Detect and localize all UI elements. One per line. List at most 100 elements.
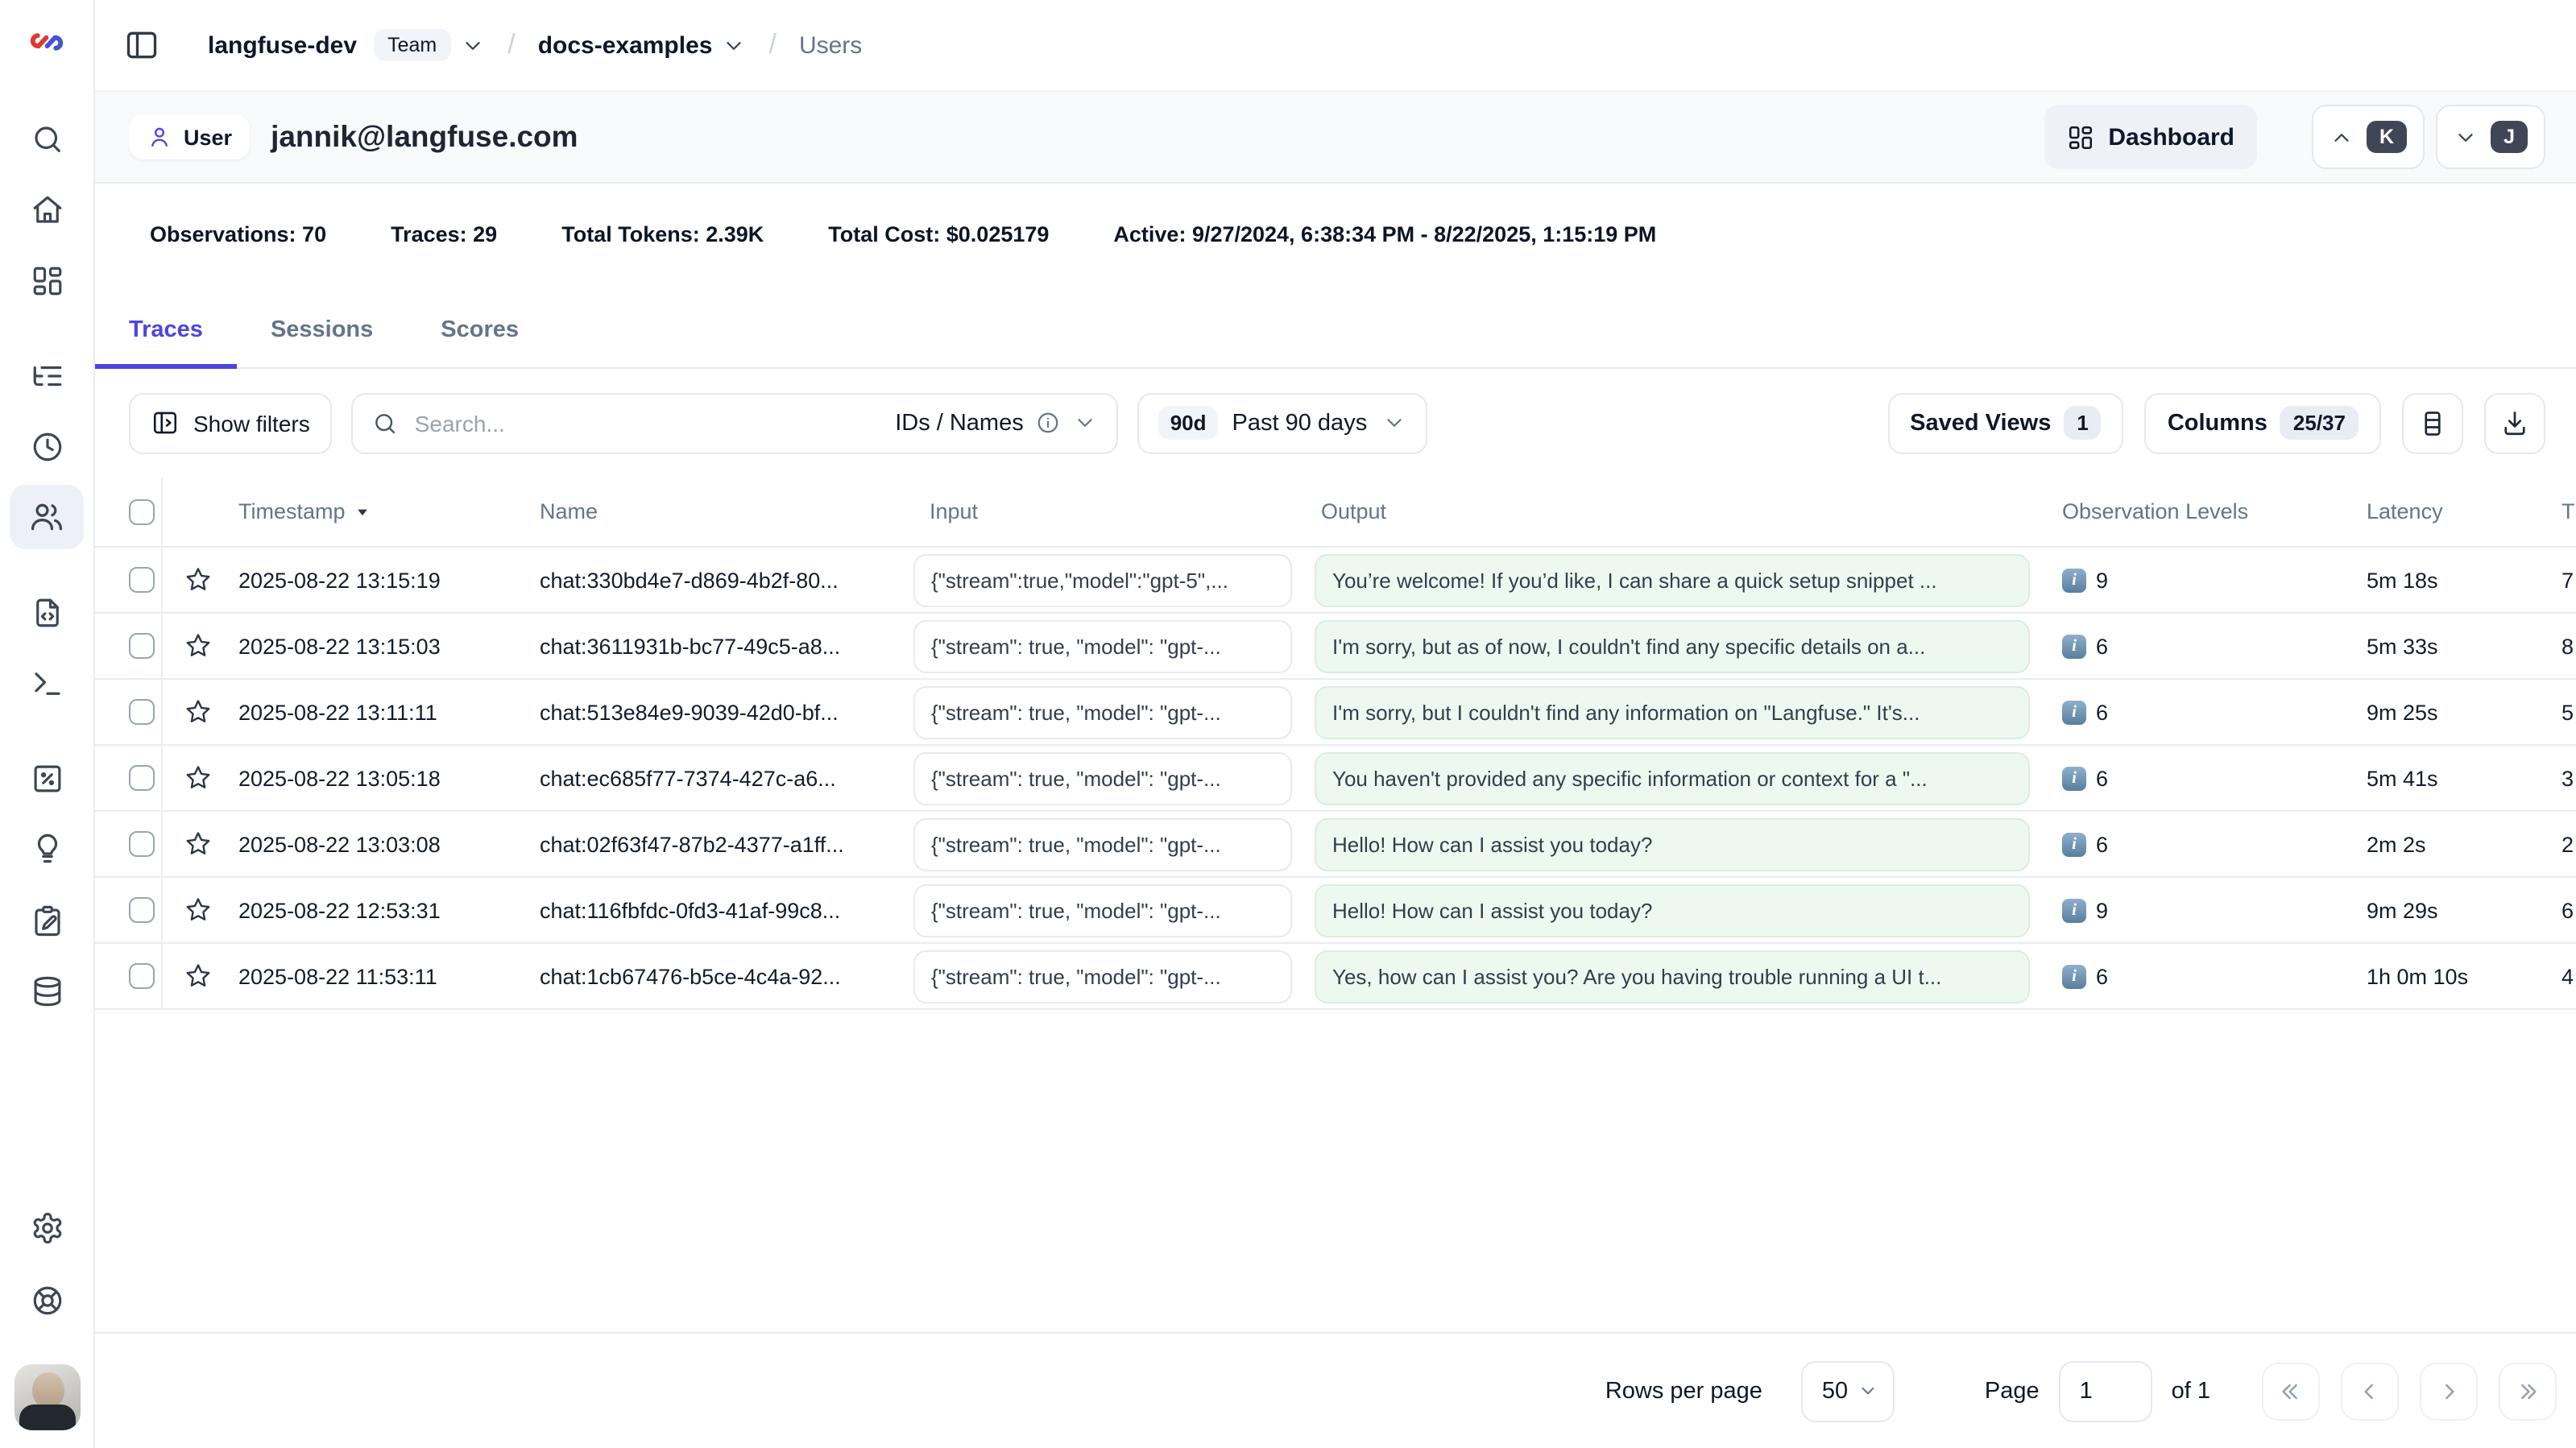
trace-name[interactable]: chat:513e84e9-9039-42d0-bf... xyxy=(532,700,902,724)
next-user-button[interactable]: J xyxy=(2436,105,2545,169)
trace-name[interactable]: chat:3611931b-bc77-49c5-a8... xyxy=(532,634,902,658)
breadcrumb-project[interactable]: docs-examples xyxy=(538,31,713,59)
trace-output[interactable]: Yes, how can I assist you? Are you havin… xyxy=(1315,949,2030,1003)
select-all-checkbox[interactable] xyxy=(129,499,155,524)
sidebar-item-users[interactable] xyxy=(10,485,84,549)
trace-output[interactable]: I'm sorry, but as of now, I couldn't fin… xyxy=(1315,619,2030,672)
chevron-down-icon xyxy=(2454,125,2478,149)
row-checkbox-cell xyxy=(95,878,163,942)
sidebar-item-playground[interactable] xyxy=(11,660,82,705)
table-row[interactable]: 2025-08-22 13:03:08 chat:02f63f47-87b2-4… xyxy=(95,812,2576,878)
columns-button[interactable]: Columns 25/37 xyxy=(2145,392,2381,453)
user-avatar[interactable] xyxy=(14,1364,80,1430)
search-box[interactable]: IDs / Names xyxy=(352,392,1119,453)
sidebar-item-insights[interactable] xyxy=(11,825,82,870)
row-star-cell[interactable] xyxy=(163,631,229,660)
langfuse-logo-icon[interactable] xyxy=(26,21,68,63)
trace-input[interactable]: {"stream":true,"model":"gpt-5",... xyxy=(913,553,1292,606)
column-header-name[interactable]: Name xyxy=(532,499,902,523)
row-checkbox-cell xyxy=(95,548,163,612)
row-star-cell[interactable] xyxy=(163,763,229,792)
table-row[interactable]: 2025-08-22 13:11:11 chat:513e84e9-9039-4… xyxy=(95,680,2576,746)
sidebar-item-prompts[interactable] xyxy=(11,590,82,635)
last-page-button[interactable] xyxy=(2499,1362,2557,1420)
trace-input[interactable]: {"stream": true, "model": "gpt-... xyxy=(913,949,1292,1003)
search-scope-label[interactable]: IDs / Names xyxy=(895,410,1024,436)
row-checkbox[interactable] xyxy=(129,567,155,593)
column-header-observation-levels[interactable]: Observation Levels xyxy=(2046,499,2352,523)
trace-input[interactable]: {"stream": true, "model": "gpt-... xyxy=(913,751,1292,805)
row-checkbox[interactable] xyxy=(129,897,155,923)
trace-output[interactable]: Hello! How can I assist you today? xyxy=(1315,817,2030,871)
trace-output[interactable]: You’re welcome! If you’d like, I can sha… xyxy=(1315,553,2030,606)
next-page-button[interactable] xyxy=(2420,1362,2478,1420)
trace-output[interactable]: You haven't provided any specific inform… xyxy=(1315,751,2030,805)
rows-per-page-select[interactable]: 50 xyxy=(1801,1360,1895,1421)
column-header-input[interactable]: Input xyxy=(902,499,1308,523)
previous-user-button[interactable]: K xyxy=(2312,105,2425,169)
trace-input[interactable]: {"stream": true, "model": "gpt-... xyxy=(913,619,1292,672)
search-input[interactable] xyxy=(412,408,882,437)
table-row[interactable]: 2025-08-22 13:05:18 chat:ec685f77-7374-4… xyxy=(95,746,2576,812)
sidebar-item-annotation[interactable] xyxy=(11,897,82,942)
dashboard-button[interactable]: Dashboard xyxy=(2044,105,2257,169)
sidebar-item-dashboards[interactable] xyxy=(11,258,82,303)
trace-name[interactable]: chat:1cb67476-b5ce-4c4a-92... xyxy=(532,964,902,988)
row-star-cell[interactable] xyxy=(163,697,229,726)
org-switcher-button[interactable] xyxy=(461,33,485,57)
project-switcher-button[interactable] xyxy=(722,33,746,57)
tab-traces[interactable]: Traces xyxy=(95,295,237,369)
row-height-button[interactable] xyxy=(2402,392,2463,453)
trace-input[interactable]: {"stream": true, "model": "gpt-... xyxy=(913,817,1292,871)
column-header-clipped[interactable]: T xyxy=(2562,499,2576,523)
trace-name[interactable]: chat:02f63f47-87b2-4377-a1ff... xyxy=(532,832,902,856)
table-row[interactable]: 2025-08-22 13:15:03 chat:3611931b-bc77-4… xyxy=(95,614,2576,680)
export-button[interactable] xyxy=(2484,392,2545,453)
tab-sessions[interactable]: Sessions xyxy=(237,293,407,367)
breadcrumb-page[interactable]: Users xyxy=(799,31,862,59)
info-level-badge-icon: i xyxy=(2062,964,2086,988)
sidebar-item-evaluations[interactable] xyxy=(11,755,82,801)
sidebar-item-home[interactable] xyxy=(11,187,82,232)
row-checkbox[interactable] xyxy=(129,633,155,659)
sidebar-item-settings[interactable] xyxy=(11,1205,82,1250)
trace-output[interactable]: I'm sorry, but I couldn't find any infor… xyxy=(1315,685,2030,738)
sidebar-item-datasets[interactable] xyxy=(11,968,82,1013)
trace-name[interactable]: chat:330bd4e7-d869-4b2f-80... xyxy=(532,568,902,592)
column-header-latency[interactable]: Latency xyxy=(2352,499,2562,523)
rows-per-page-value: 50 xyxy=(1822,1378,1848,1404)
table-row[interactable]: 2025-08-22 11:53:11 chat:1cb67476-b5ce-4… xyxy=(95,944,2576,1010)
chevron-down-icon xyxy=(1074,411,1098,435)
row-star-cell[interactable] xyxy=(163,962,229,991)
previous-page-button[interactable] xyxy=(2341,1362,2399,1420)
saved-views-button[interactable]: Saved Views 1 xyxy=(1887,392,2124,453)
trace-name[interactable]: chat:116fbfdc-0fd3-41af-99c8... xyxy=(532,898,902,922)
breadcrumb-org[interactable]: langfuse-dev xyxy=(208,31,357,59)
sidebar-toggle-button[interactable] xyxy=(124,27,159,63)
row-star-cell[interactable] xyxy=(163,896,229,925)
column-header-timestamp[interactable]: Timestamp xyxy=(229,499,532,523)
row-checkbox[interactable] xyxy=(129,765,155,791)
first-page-button[interactable] xyxy=(2262,1362,2320,1420)
row-checkbox[interactable] xyxy=(129,699,155,725)
trace-name[interactable]: chat:ec685f77-7374-427c-a6... xyxy=(532,766,902,790)
sidebar-item-search[interactable] xyxy=(11,116,82,161)
trace-input[interactable]: {"stream": true, "model": "gpt-... xyxy=(913,685,1292,738)
row-star-cell[interactable] xyxy=(163,565,229,594)
row-checkbox[interactable] xyxy=(129,963,155,989)
tab-scores[interactable]: Scores xyxy=(407,293,553,367)
page-number-input[interactable] xyxy=(2059,1360,2152,1421)
table-row[interactable]: 2025-08-22 13:15:19 chat:330bd4e7-d869-4… xyxy=(95,548,2576,614)
row-star-cell[interactable] xyxy=(163,829,229,858)
sidebar-item-support[interactable] xyxy=(11,1277,82,1322)
row-checkbox[interactable] xyxy=(129,831,155,857)
date-range-button[interactable]: 90d Past 90 days xyxy=(1138,392,1427,453)
trace-input[interactable]: {"stream": true, "model": "gpt-... xyxy=(913,883,1292,937)
show-filters-button[interactable]: Show filters xyxy=(129,392,333,453)
table-row[interactable]: 2025-08-22 12:53:31 chat:116fbfdc-0fd3-4… xyxy=(95,878,2576,944)
column-header-output[interactable]: Output xyxy=(1308,499,2046,523)
sidebar-item-sessions[interactable] xyxy=(11,424,82,469)
sidebar-item-tracing[interactable] xyxy=(11,353,82,398)
trace-output[interactable]: Hello! How can I assist you today? xyxy=(1315,883,2030,937)
trace-timestamp: 2025-08-22 13:15:03 xyxy=(229,634,532,658)
